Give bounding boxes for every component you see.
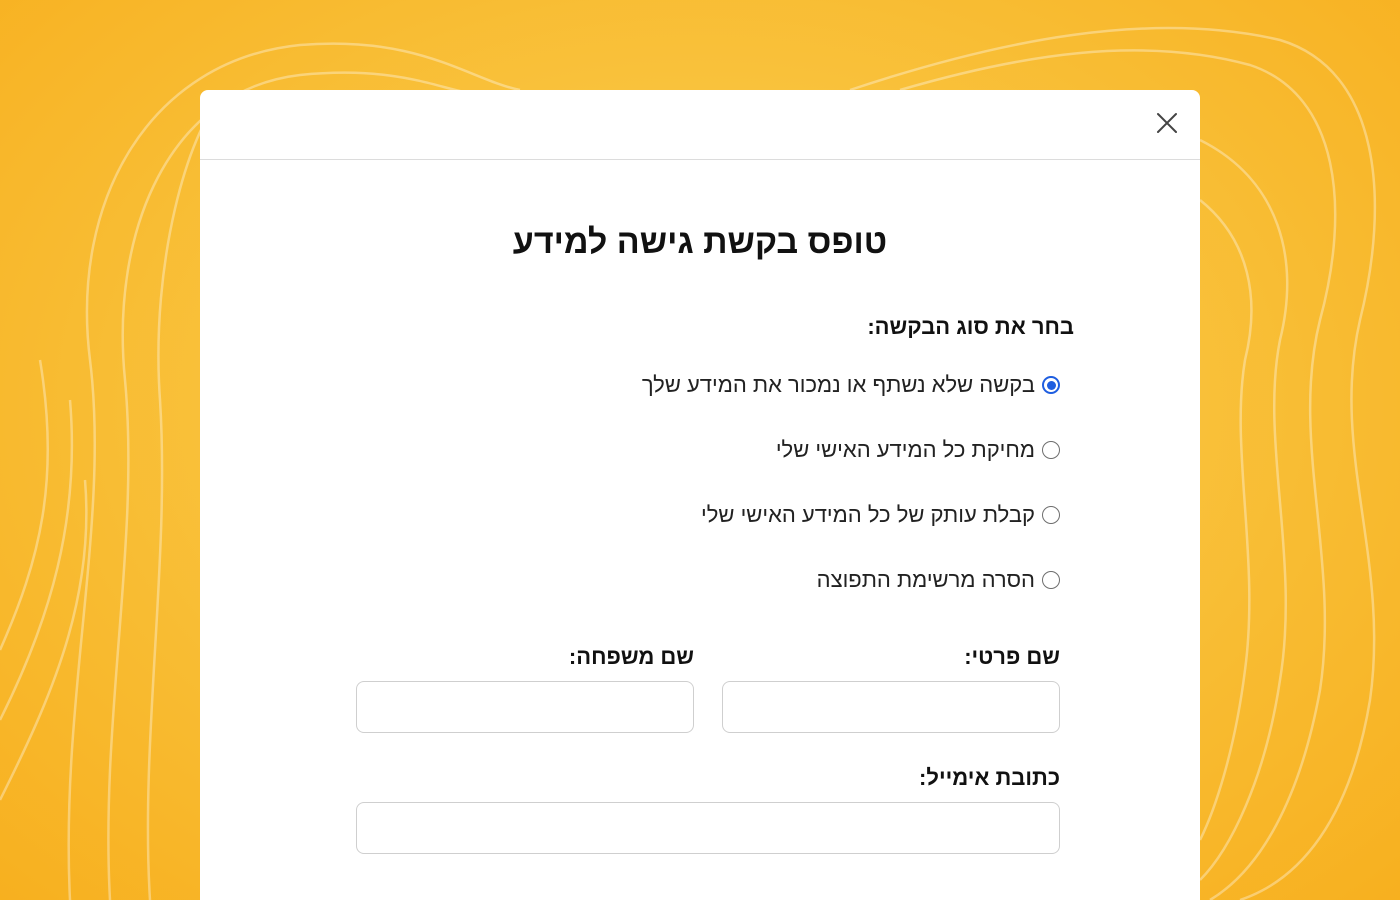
last-name-label: שם משפחה: [568,644,694,669]
radio-button-selected[interactable] [1042,376,1060,394]
access-request-modal: טופס בקשת גישה למידע בחר את סוג הבקשה: ב… [200,90,1200,900]
radio-option-label: בקשה שלא נשתף או נמכור את המידע שלך [641,372,1035,397]
request-type-label: בחר את סוג הבקשה: [867,314,1074,339]
first-name-input[interactable] [722,681,1060,733]
close-button[interactable] [1153,109,1181,137]
email-label: כתובת אימייל: [919,765,1060,790]
radio-button[interactable] [1042,571,1060,589]
radio-option-unsubscribe[interactable]: הסרה מרשימת התפוצה [817,567,1060,593]
radio-option-label: קבלת עותק של כל המידע האישי שלי [701,502,1035,527]
radio-option-do-not-sell[interactable]: בקשה שלא נשתף או נמכור את המידע שלך [642,372,1060,398]
form-title: טופס בקשת גישה למידע [512,223,888,261]
radio-option-delete-data[interactable]: מחיקת כל המידע האישי שלי [776,437,1060,463]
radio-button[interactable] [1042,441,1060,459]
email-input[interactable] [356,802,1060,854]
radio-button[interactable] [1042,506,1060,524]
first-name-label: שם פרטי: [964,644,1060,669]
radio-option-label: מחיקת כל המידע האישי שלי [775,437,1035,462]
radio-option-copy-data[interactable]: קבלת עותק של כל המידע האישי שלי [701,502,1060,528]
radio-option-label: הסרה מרשימת התפוצה [816,567,1035,592]
close-icon [1157,113,1177,133]
modal-header [200,90,1200,160]
last-name-input[interactable] [356,681,694,733]
